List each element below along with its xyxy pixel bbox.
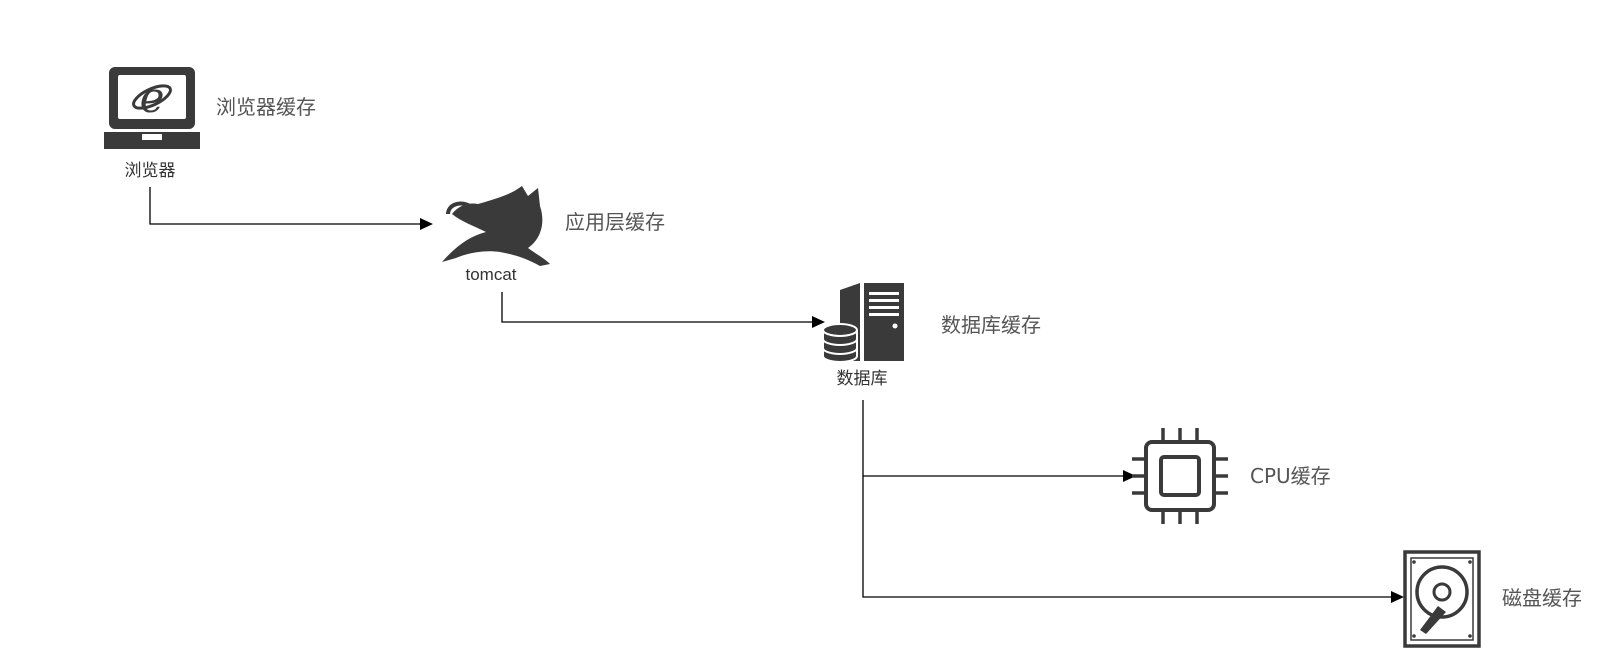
database-cache-label: 数据库缓存 xyxy=(941,313,1041,337)
tomcat-cache-label: 应用层缓存 xyxy=(565,210,665,234)
laptop-browser-icon: e xyxy=(104,67,200,149)
browser-cache-label: 浏览器缓存 xyxy=(216,95,316,119)
tomcat-cat-icon xyxy=(442,186,550,266)
cpu-chip-icon xyxy=(1132,428,1228,524)
disk-cache-label: 磁盘缓存 xyxy=(1502,586,1582,610)
tomcat-label: tomcat xyxy=(465,265,516,284)
database-label: 数据库 xyxy=(837,369,888,389)
edge-database-to-cpu xyxy=(862,400,1136,482)
edge-database-to-disk xyxy=(862,476,1404,603)
cache-hierarchy-diagram: e 浏览器 浏览器缓存 tomcat 应用层缓存 数据库 数据库缓存 CPU缓存… xyxy=(104,67,1582,648)
database-server-icon xyxy=(822,283,904,363)
edge-browser-to-tomcat xyxy=(149,187,433,230)
cpu-cache-label: CPU缓存 xyxy=(1250,464,1331,488)
svg-text:e: e xyxy=(140,73,165,122)
hard-disk-icon xyxy=(1403,550,1481,648)
edge-tomcat-to-database xyxy=(501,292,825,328)
browser-label: 浏览器 xyxy=(125,161,176,181)
